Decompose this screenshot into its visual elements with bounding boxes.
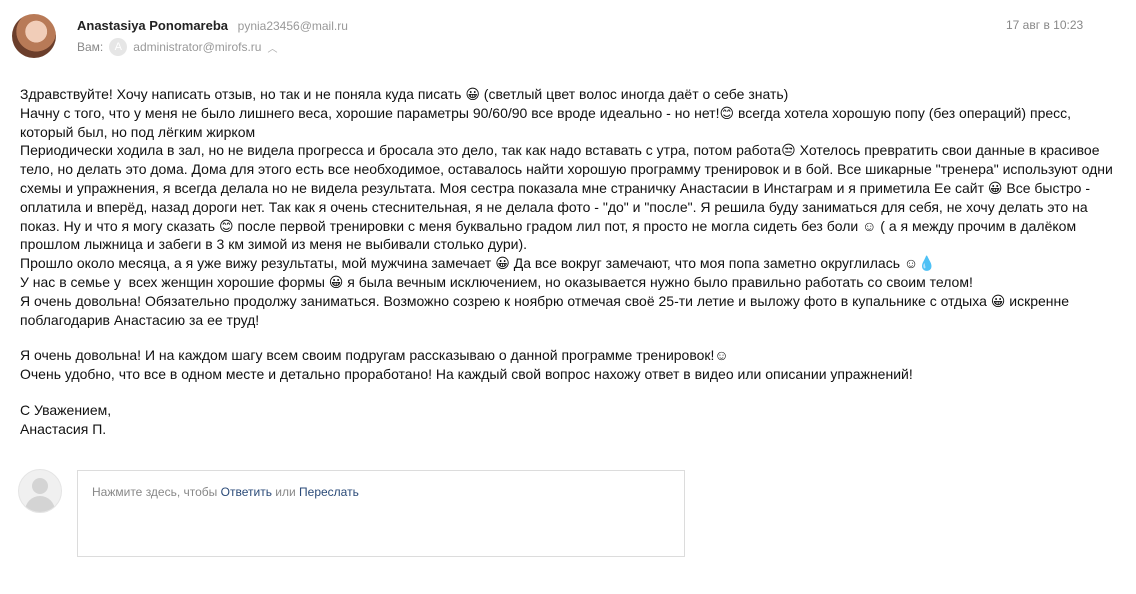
sender-info: Anastasiya Ponomareba pynia23456@mail.ru bbox=[77, 18, 348, 33]
reply-box[interactable]: Нажмите здесь, чтобы Ответить или Пересл… bbox=[77, 470, 685, 557]
reply-or-text: или bbox=[271, 485, 300, 499]
signature-line: Анастасия П. bbox=[20, 420, 107, 437]
reply-link[interactable]: Ответить bbox=[221, 485, 272, 499]
message-line: У нас в семье у всех женщин хорошие форм… bbox=[20, 273, 973, 290]
recipient-row: Вам: A administrator@mirofs.ru ︿ bbox=[77, 38, 277, 56]
message-line: Я очень довольна! Обязательно продолжу з… bbox=[20, 292, 1073, 328]
user-avatar-placeholder bbox=[18, 469, 62, 513]
message-line: Начну с того, что у меня не было лишнего… bbox=[20, 104, 1075, 140]
recipient-avatar: A bbox=[109, 38, 128, 56]
message-line: Очень удобно, что все в одном месте и де… bbox=[20, 366, 913, 383]
message-line: Я очень довольна! И на каждом шагу всем … bbox=[20, 347, 729, 364]
message-body: Здравствуйте! Хочу написать отзыв, но та… bbox=[20, 85, 1115, 439]
sender-email[interactable]: pynia23456@mail.ru bbox=[238, 19, 348, 33]
message-line: Периодически ходила в зал, но не видела … bbox=[20, 142, 1117, 253]
sender-name[interactable]: Anastasiya Ponomareba bbox=[77, 18, 228, 33]
chevron-up-icon[interactable]: ︿ bbox=[267, 40, 277, 55]
forward-link[interactable]: Переслать bbox=[299, 485, 359, 499]
avatar-shoulders-shape bbox=[25, 496, 55, 512]
message-line: Здравствуйте! Хочу написать отзыв, но та… bbox=[20, 86, 789, 102]
avatar-head-shape bbox=[32, 478, 48, 494]
to-label: Вам: bbox=[77, 40, 104, 54]
message-date: 17 авг в 10:23 bbox=[1006, 18, 1084, 32]
message-line: Прошло около месяца, а я уже вижу резуль… bbox=[20, 255, 936, 272]
reply-prompt-text: Нажмите здесь, чтобы bbox=[92, 485, 221, 499]
sender-avatar[interactable] bbox=[12, 14, 56, 58]
recipient-email[interactable]: administrator@mirofs.ru bbox=[133, 40, 261, 54]
signature-line: С Уважением, bbox=[20, 401, 112, 418]
